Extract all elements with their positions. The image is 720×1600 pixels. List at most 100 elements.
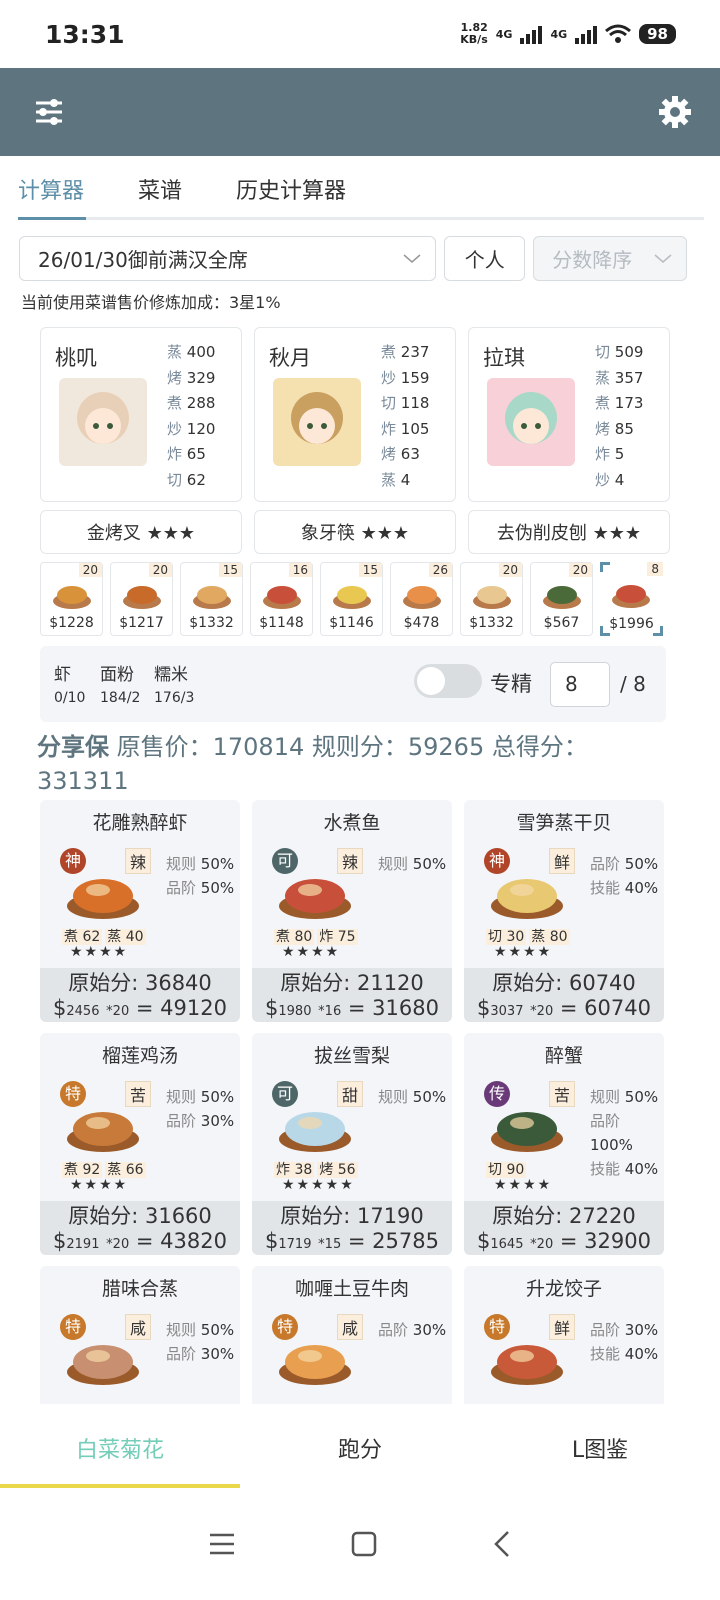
- recipe-tags: 规则 50%: [378, 1085, 446, 1109]
- recipe-stars: ★★★★: [70, 1177, 129, 1193]
- recipe-skills: 煮 62 蒸 40: [62, 926, 149, 946]
- dish-count: 15: [218, 563, 242, 577]
- tab-recipes[interactable]: 菜谱: [138, 173, 182, 217]
- gear-icon[interactable]: [658, 95, 692, 129]
- dish-slot[interactable]: 15 $1146: [320, 562, 383, 636]
- chef-skill: 炒 159: [381, 368, 430, 387]
- dish-price: $1148: [259, 615, 304, 631]
- raw-score: 原始分: 17190: [280, 1204, 424, 1228]
- dish-price: $1332: [469, 615, 514, 631]
- dish-slot[interactable]: 20 $1228: [40, 562, 103, 636]
- dish-slot[interactable]: 20 $567: [530, 562, 593, 636]
- status-bar: 13:31 1.82 KB/s 4G 4G 98: [0, 0, 720, 68]
- price-calc: $3037 *20 = 60740: [477, 996, 651, 1020]
- chef-skill: 炸 105: [381, 419, 430, 438]
- chef-card[interactable]: 桃叽 蒸 400 烤 329 煮 288 炒 120 炸 65 切 62: [40, 327, 242, 502]
- flavor-tag: 咸: [125, 1314, 152, 1340]
- specialize-input[interactable]: 8: [550, 662, 610, 707]
- chef-name: 秋月: [269, 346, 311, 370]
- material-name: 虾: [54, 665, 71, 685]
- chef-skill: 蒸 4: [381, 470, 411, 489]
- recipe-skill: 切 30: [486, 929, 527, 945]
- dish-icon: [403, 586, 441, 609]
- recipe-score-footer: 原始分: 36840 $2456 *20 = 49120: [40, 968, 240, 1022]
- mode-select[interactable]: 个人: [444, 236, 526, 281]
- equip-slot-2[interactable]: 象牙筷 ★★★: [254, 510, 456, 554]
- raw-score: 原始分: 36840: [68, 971, 212, 995]
- recipe-skill: 烤 56: [317, 1162, 358, 1178]
- menu-icon[interactable]: [208, 1532, 236, 1556]
- recipe-score-footer: 原始分: 27220 $1645 *20 = 32900: [464, 1201, 664, 1255]
- tab-calculator[interactable]: 计算器: [18, 173, 87, 220]
- dish-row: 20 $1228 20 $1217 15 $1332 16 $1148 15 $1146…: [0, 554, 720, 636]
- specialize-max: / 8: [620, 672, 646, 696]
- dish-count: 15: [358, 563, 382, 577]
- home-icon[interactable]: [351, 1531, 377, 1557]
- recipe-card[interactable]: 花雕熟醉虾 神 辣 规则 50% 品阶 50% 煮 62 蒸 40 ★★★★ 原始分…: [40, 800, 240, 1022]
- rarity-badge: 神: [484, 848, 510, 874]
- recipe-stars: ★★★★: [494, 944, 553, 960]
- equip-slot-1[interactable]: 金烤叉 ★★★: [40, 510, 242, 554]
- recipe-tag: 技能 40%: [590, 1160, 659, 1178]
- recipe-tags: 规则 50%: [378, 852, 446, 876]
- chevron-down-icon: [654, 253, 672, 263]
- recipe-card[interactable]: 雪笋蒸干贝 神 鲜 品阶 50% 技能 40% 切 30 蒸 80 ★★★★ 原始分…: [464, 800, 664, 1022]
- dish-slot[interactable]: 20 $1332: [460, 562, 523, 636]
- dish-icon: [473, 586, 511, 609]
- dish-slot[interactable]: 15 $1332: [180, 562, 243, 636]
- sort-select[interactable]: 分数降序: [533, 236, 687, 281]
- nav-baicai[interactable]: 白菜菊花: [0, 1404, 240, 1488]
- recipe-card[interactable]: 水煮鱼 可 辣 规则 50% 煮 80 炸 75 ★★★★ 原始分: 21120 …: [252, 800, 452, 1022]
- dish-icon: [193, 586, 231, 609]
- chevron-down-icon: [403, 253, 421, 263]
- recipe-name: 腊味合蒸: [101, 1278, 178, 1300]
- system-nav: [0, 1488, 720, 1600]
- rule-select[interactable]: 26/01/30御前满汉全席: [19, 236, 437, 281]
- recipe-tags: 品阶 30% 技能 40%: [590, 1318, 658, 1366]
- material-count: 176/3: [154, 690, 195, 706]
- recipe-score-footer: 原始分: 21120 $1980 *16 = 31680: [252, 968, 452, 1022]
- chef-skill: 烤 85: [595, 419, 634, 438]
- recipe-tag: 规则 50%: [166, 1321, 235, 1339]
- chef-avatar: [273, 378, 361, 466]
- price-calc: $1980 *16 = 31680: [265, 996, 439, 1020]
- chef-skill: 切 509: [595, 343, 644, 361]
- price-calc: $1719 *15 = 25785: [265, 1229, 439, 1253]
- dish-count: 20: [498, 563, 522, 577]
- raw-score: 原始分: 21120: [280, 971, 424, 995]
- chef-card[interactable]: 拉琪 切 509 蒸 357 煮 173 烤 85 炸 5 炒 4: [468, 327, 670, 502]
- recipe-skill: 煮 80: [274, 929, 315, 945]
- rarity-badge: 特: [60, 1314, 86, 1340]
- specialize-toggle[interactable]: [414, 664, 482, 698]
- chef-skill: 煮 288: [167, 394, 216, 412]
- recipe-card[interactable]: 拔丝雪梨 可 甜 规则 50% 炸 38 烤 56 ★★★★★ 原始分: 1719…: [252, 1033, 452, 1255]
- nav-score[interactable]: 跑分: [240, 1404, 480, 1488]
- dish-icon: [53, 586, 91, 609]
- chef-skill: 切 62: [167, 470, 206, 489]
- filter-sliders-icon[interactable]: [34, 98, 64, 126]
- recipe-card[interactable]: 醉蟹 传 苦 规则 50% 品阶 100% 技能 40% 切 90 ★★★★ 原始分…: [464, 1033, 664, 1255]
- dish-slot[interactable]: 16 $1148: [250, 562, 313, 636]
- back-icon[interactable]: [492, 1530, 512, 1558]
- flavor-tag: 苦: [549, 1081, 576, 1107]
- recipe-score-footer: 原始分: 31660 $2191 *20 = 43820: [40, 1201, 240, 1255]
- battery-indicator: 98: [639, 24, 676, 44]
- chef-avatar: [59, 378, 147, 466]
- dish-slot[interactable]: 8 $1996: [600, 562, 663, 636]
- dish-slot[interactable]: 20 $1217: [110, 562, 173, 636]
- rarity-badge: 特: [272, 1314, 298, 1340]
- recipe-card[interactable]: 榴莲鸡汤 特 苦 规则 50% 品阶 30% 煮 92 蒸 66 ★★★★ 原始分:…: [40, 1033, 240, 1255]
- score-text: 原售价：170814 规则分：59265 总得分：331311: [37, 733, 588, 795]
- recipe-tag: 规则 50%: [378, 855, 447, 873]
- chef-skills: 蒸 400 烤 329 煮 288 炒 120 炸 65 切 62: [167, 340, 215, 493]
- tab-history-calculator[interactable]: 历史计算器: [236, 173, 346, 217]
- controls-row: 26/01/30御前满汉全席 个人 分数降序: [0, 220, 720, 281]
- recipe-tag: 品阶 30%: [166, 1345, 235, 1363]
- share-link[interactable]: 分享保: [37, 733, 109, 761]
- chef-card[interactable]: 秋月 煮 237 炒 159 切 118 炸 105 烤 63 蒸 4: [254, 327, 456, 502]
- equip-slot-3[interactable]: 去伪削皮刨 ★★★: [468, 510, 670, 554]
- nav-gallery[interactable]: L图鉴: [480, 1404, 720, 1488]
- dish-slot[interactable]: 26 $478: [390, 562, 453, 636]
- raw-score: 原始分: 60740: [492, 971, 636, 995]
- recipe-score-footer: 原始分: 60740 $3037 *20 = 60740: [464, 968, 664, 1022]
